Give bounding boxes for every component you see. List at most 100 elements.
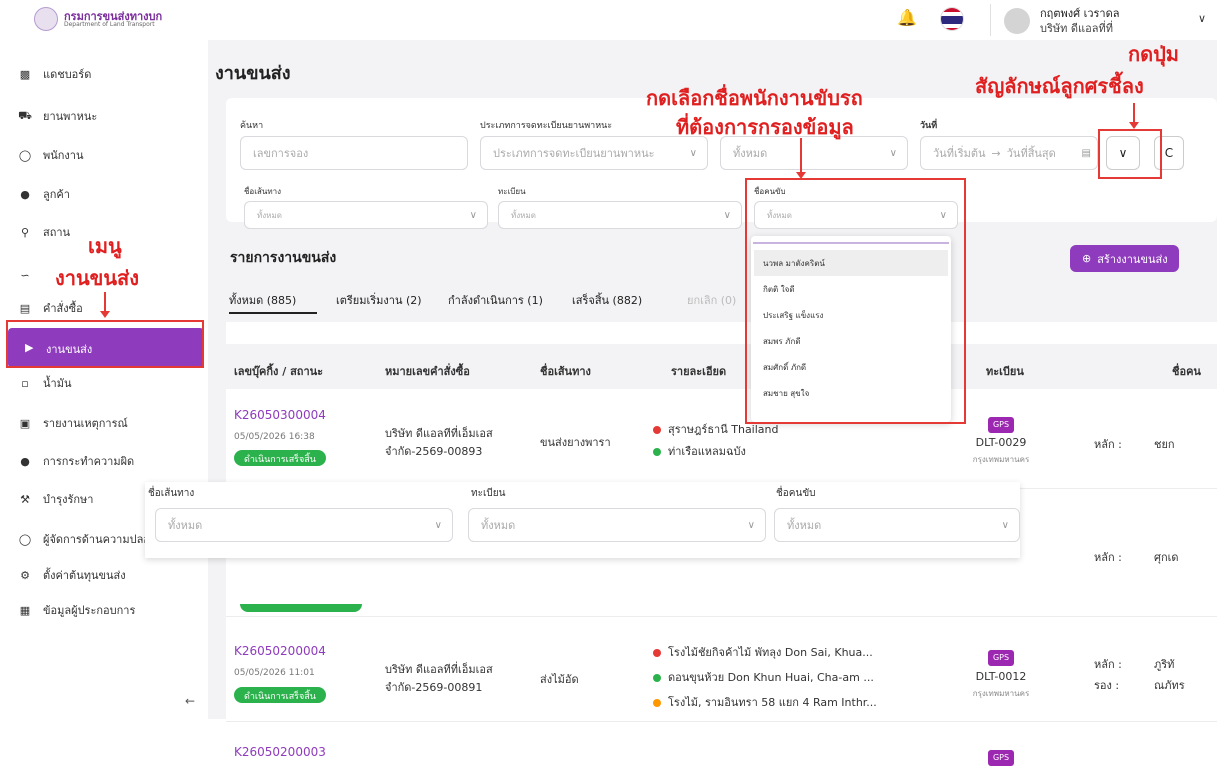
wrench-icon: ⚒ [20,492,30,506]
booking-link[interactable]: K26050300004 [234,408,326,422]
sidebar-item-cost-settings[interactable]: ⚙ ตั้งค่าต้นทุนขนส่ง [18,564,126,586]
annotation-driver-line2: ที่ต้องการกรองข้อมูล [676,115,854,139]
sidebar-item-customers[interactable]: ● ลูกค้า [18,183,70,205]
safety-manager-icon: ◯ [18,532,32,546]
chevron-down-icon: ∨ [723,209,731,221]
annotation-arrow [800,138,802,173]
route-stop: ท่าเรือแหลมฉบัง [653,442,746,460]
chevron-down-icon: ∨ [689,147,697,159]
annotation-arrow [1133,103,1135,123]
column-header: ชื่อคน [1172,365,1201,378]
violation-icon: ● [20,454,30,468]
pin-icon [653,649,661,657]
sidebar-item-maintenance[interactable]: ⚒ บำรุงรักษา [18,488,93,510]
sidebar-item-employees[interactable]: ◯ พนักงาน [18,144,84,166]
plus-circle-icon: ⊕ [1082,252,1092,265]
plate-select[interactable]: ทั้งหมด ∨ [498,201,742,229]
column-header: รายละเอียด [671,365,727,378]
bell-icon[interactable]: 🔔 [897,8,917,27]
chevron-down-icon: ∨ [434,519,442,531]
sidebar-item-incident-report[interactable]: ▣ รายงานเหตุการณ์ [18,412,128,434]
plate-select[interactable]: ทั้งหมด ∨ [468,508,766,542]
plate-number: DLT-0029 [975,436,1027,449]
logo-text-en: Department of Land Transport [64,21,155,28]
driver-label: ชื่อคนขับ [776,488,816,499]
booking-date: 05/05/2026 11:01 [234,668,315,678]
sidebar-item-routes[interactable]: ∽ [18,264,43,286]
status-badge: ดำเนินการเสร็จสิ้น [234,687,326,703]
sidebar-item-violations[interactable]: ● การกระทำความผิด [18,450,134,472]
sidebar-item-fuel[interactable]: ▫ น้ำมัน [18,372,71,394]
sidebar: ▩ แดชบอร์ด ⛟ ยานพาหนะ ◯ พนักงาน ● ลูกค้า ⚲ สถ… [0,40,208,719]
reg-type-label: ประเภทการจดทะเบียนยานพาหนะ [480,121,613,131]
date-label: วันที่ [920,121,938,131]
route-stop: โรงไม้ชัยกิจค้าไม้ พัทลุง Don Sai, Khua.… [653,643,873,661]
search-input[interactable]: เลขการจอง [240,136,468,170]
divider [990,4,991,36]
annotation-arrow-line2: สัญลักษณ์ลูกศรชี้ลง [975,74,1144,98]
route-label: ชื่อเส้นทาง [148,488,195,499]
route-select[interactable]: ทั้งหมด ∨ [155,508,453,542]
annotation-menu-line2: งานขนส่ง [55,266,139,290]
annotation-arrow [104,292,106,312]
location-icon: ⚲ [20,225,30,239]
column-header: ชื่อเส้นทาง [540,365,591,378]
tab-cancelled[interactable]: ยกเลิก (0) [687,291,736,309]
driver-select[interactable]: ทั้งหมด ∨ [774,508,1020,542]
route-label: ชื่อเส้นทาง [244,187,281,196]
annotation-arrow-head [100,311,110,318]
tab-completed[interactable]: เสร็จสิ้น (882) [572,291,642,309]
order-number: จำกัด-2569-00893 [385,445,483,458]
collapse-sidebar-icon[interactable]: ← [185,694,195,708]
sidebar-item-stations[interactable]: ⚲ สถาน [18,221,70,243]
sidebar-item-operator-info[interactable]: ▦ ข้อมูลผู้ประกอบการ [18,599,136,621]
top-bar: กรมการขนส่งทางบก Department of Land Tran… [0,0,1217,40]
chevron-down-icon: ∨ [1001,519,1009,531]
booking-link[interactable]: K26050200003 [234,745,326,759]
user-icon: ◯ [18,148,32,162]
driver-sub-label: รอง : [1094,679,1120,692]
tab-all[interactable]: ทั้งหมด (885) [229,291,296,309]
report-icon: ▣ [19,416,31,430]
reg-type-select[interactable]: ประเภทการจดทะเบียนยานพาหนะ ∨ [480,136,708,170]
driver-main-label: หลัก : [1094,551,1122,564]
plate-label: ทะเบียน [471,488,506,499]
clipboard-icon: ▤ [19,301,31,315]
driver-main-label: หลัก : [1094,658,1122,671]
driver-main: ชยก [1154,438,1175,451]
avatar[interactable] [1004,8,1030,34]
row-divider [226,616,1217,617]
route-stop: โรงไม้, รามอินทรา 58 แยก 4 Ram Inthr... [653,693,877,711]
driver-main-label: หลัก : [1094,438,1122,451]
order-number: จำกัด-2569-00891 [385,681,483,694]
tab-preparing[interactable]: เตรียมเริ่มงาน (2) [336,291,422,309]
chevron-down-icon: ∨ [747,519,755,531]
booking-date: 05/05/2026 16:38 [234,432,315,442]
annotation-arrow-head [1129,122,1139,129]
sidebar-item-safety-manager[interactable]: ◯ ผู้จัดการด้านความปลอ [18,528,150,550]
chevron-down-icon: ∨ [889,147,897,159]
annotation-arrow-line1: กดปุ่ม [1128,42,1179,66]
date-range-picker[interactable]: วันที่เริ่มต้น → วันที่สิ้นสุด ▤ [920,136,1098,170]
create-shipment-button[interactable]: ⊕ สร้างงานขนส่ง [1070,245,1179,272]
route-select[interactable]: ทั้งหมด ∨ [244,201,488,229]
list-title: รายการงานขนส่ง [230,250,337,266]
tab-in-progress[interactable]: กำลังดำเนินการ (1) [448,291,543,309]
sidebar-item-vehicles[interactable]: ⛟ ยานพาหนะ [18,105,97,127]
user-company: บริษัท ดีแอลที่ที่ [1040,22,1113,35]
annotation-driver-box [745,178,966,424]
truck-icon: ⛟ [18,108,32,122]
chevron-down-icon[interactable]: ∨ [1198,12,1206,25]
order-number: บริษัท ดีแอลทีที่เอ็มเอส [385,663,493,676]
plate-province: กรุงเทพมหานคร [972,455,1030,464]
booking-link[interactable]: K26050200004 [234,644,326,658]
sidebar-item-dashboard[interactable]: ▩ แดชบอร์ด [18,63,92,85]
route-stop: ดอนขุนห้วย Don Khun Huai, Cha-am ... [653,668,874,686]
sidebar-item-orders[interactable]: ▤ คำสั่งซื้อ [18,297,83,319]
route-name: ขนส่งยางพารา [540,436,611,449]
gps-badge: GPS [988,750,1014,766]
gps-badge: GPS [988,650,1014,666]
route-name: ส่งไม้อัด [540,673,579,686]
thai-flag-icon[interactable] [940,7,964,31]
fuel-icon: ▫ [21,376,29,390]
